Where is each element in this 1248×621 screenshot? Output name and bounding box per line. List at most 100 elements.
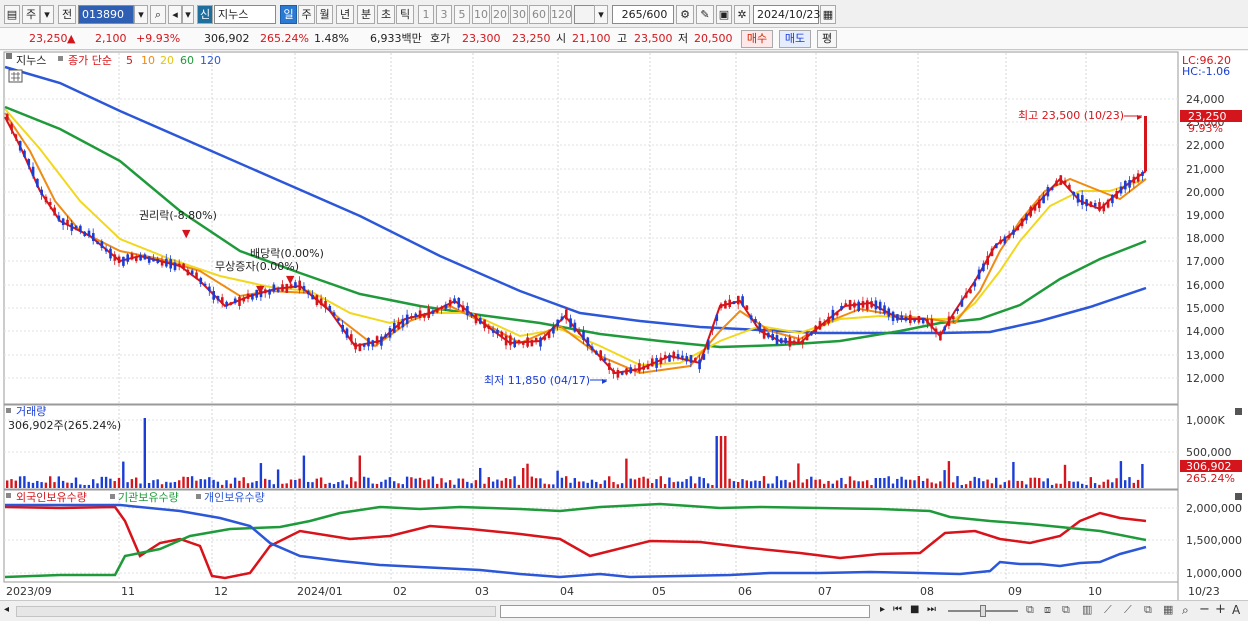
count-10[interactable]: 10	[472, 5, 490, 24]
volume-bar	[728, 478, 731, 488]
volume-bar	[427, 479, 430, 488]
trend-icon[interactable]: ⟋	[1124, 603, 1132, 617]
candle-body	[663, 355, 667, 360]
eval-button[interactable]: 평	[817, 30, 837, 48]
panel-menu-icon[interactable]	[6, 53, 12, 59]
candle-body	[835, 312, 839, 316]
candle-body	[792, 340, 796, 344]
stock-name-field[interactable]: 지누스	[214, 5, 276, 24]
volume-bar	[27, 481, 30, 488]
fast-forward-icon[interactable]: ⏭	[927, 604, 936, 615]
volume-bar	[1106, 479, 1110, 488]
volume-bar	[887, 476, 890, 488]
period-day[interactable]: 일	[280, 5, 297, 24]
chart-svg[interactable]: 권리락(-8.80%) ▼ 배당락(0.00%) 무상증자(0.00%) ▼ ▼…	[0, 51, 1248, 600]
volume-panel-close-icon[interactable]	[1235, 408, 1242, 415]
candle-body	[491, 330, 495, 333]
volume-menu-icon[interactable]	[6, 408, 11, 413]
volume-bar	[341, 480, 344, 488]
volume-bar	[448, 480, 452, 488]
volume-bar	[1085, 484, 1088, 488]
draw-tool-icon[interactable]: ✎	[696, 5, 714, 24]
compare-icon[interactable]: ⧉	[1062, 603, 1070, 617]
grid-icon[interactable]: ▦	[1163, 603, 1173, 616]
candle-body	[655, 358, 658, 368]
volume-bar	[289, 479, 293, 488]
market-select[interactable]: 주	[22, 5, 40, 24]
buy-button[interactable]: 매수	[741, 30, 773, 48]
zoom-slider-thumb[interactable]	[980, 605, 986, 617]
calendar-icon[interactable]: ▦	[820, 5, 836, 24]
zoom-search-icon[interactable]: ⌕	[1182, 603, 1189, 618]
bar-chart-icon[interactable]: ▥	[1082, 603, 1092, 616]
range-display[interactable]: 265/600	[612, 5, 674, 24]
scroll-left-icon[interactable]: ◂	[4, 604, 14, 618]
grid-toggle-icon[interactable]	[8, 69, 23, 83]
rewind-icon[interactable]: ⏮	[893, 604, 902, 615]
count-120[interactable]: 120	[550, 5, 572, 24]
speaker-icon[interactable]: ◂	[168, 5, 182, 24]
custom-period-dropdown-icon[interactable]: ▾	[594, 5, 608, 24]
volume-bar	[569, 482, 572, 488]
holdings-panel-close-icon[interactable]	[1235, 493, 1242, 500]
volume-bar	[487, 477, 490, 488]
period-tick[interactable]: 틱	[396, 5, 414, 24]
volume-bar	[461, 478, 465, 488]
date-input[interactable]: 2024/10/23	[753, 5, 820, 24]
candle-body	[504, 335, 508, 346]
scroll-thumb[interactable]	[500, 605, 870, 618]
indicator-icon[interactable]: ⚙	[676, 5, 694, 24]
split-icon[interactable]: ⧈	[1044, 603, 1051, 617]
code-dropdown-icon[interactable]: ▾	[134, 5, 148, 24]
overlay-icon[interactable]: ⧉	[1144, 603, 1152, 617]
sell-button[interactable]: 매도	[779, 30, 811, 48]
candle-body	[586, 337, 590, 347]
stop-icon[interactable]: ■	[910, 604, 919, 615]
count-1[interactable]: 1	[418, 5, 434, 24]
font-size-icon[interactable]: A	[1232, 603, 1240, 617]
volume-bar	[294, 479, 297, 488]
volume-bar	[681, 481, 684, 488]
candle-body	[152, 258, 155, 262]
market-dropdown-icon[interactable]: ▾	[40, 5, 54, 24]
low-annotation: 최저 11,850 (04/17)	[484, 374, 590, 387]
line-chart-icon[interactable]: ⟋	[1104, 603, 1112, 617]
count-5[interactable]: 5	[454, 5, 470, 24]
legend-foreign: 외국인보유수량	[16, 491, 87, 504]
speaker-dropdown-icon[interactable]: ▾	[182, 5, 194, 24]
period-second[interactable]: 초	[377, 5, 395, 24]
volume-bar	[440, 478, 443, 488]
stock-code-input[interactable]: 013890	[78, 5, 134, 24]
holdings-menu-icon[interactable]	[6, 493, 11, 498]
count-3[interactable]: 3	[436, 5, 452, 24]
count-60[interactable]: 60	[529, 5, 549, 24]
zoom-out-icon[interactable]: −	[1199, 602, 1210, 617]
candle-body	[350, 334, 353, 342]
legend-menu-icon[interactable]	[58, 56, 63, 61]
candle-body	[758, 323, 762, 332]
period-week[interactable]: 주	[298, 5, 315, 24]
volume-bar	[178, 480, 181, 488]
chart-type-icon[interactable]: ▤	[4, 5, 20, 24]
search-icon[interactable]: ⌕	[150, 5, 166, 24]
candle-body	[49, 202, 52, 206]
candle-body	[61, 218, 65, 226]
scroll-track[interactable]	[16, 606, 496, 617]
zoom-in-icon[interactable]: +	[1215, 602, 1226, 617]
period-minute[interactable]: 분	[357, 5, 375, 24]
count-20[interactable]: 20	[491, 5, 509, 24]
save-icon[interactable]: ▣	[716, 5, 732, 24]
scroll-right-icon[interactable]: ▸	[880, 604, 885, 615]
count-30[interactable]: 30	[510, 5, 528, 24]
period-year[interactable]: 년	[336, 5, 354, 24]
candle-body	[1012, 229, 1015, 235]
toolbar: ▤ 주 ▾ 전 013890 ▾ ⌕ ◂ ▾ 신 지누스 일 주 월 년 분 초…	[0, 0, 1248, 28]
type-select[interactable]: 전	[58, 5, 76, 24]
candle-body	[646, 364, 650, 370]
volume-bar	[315, 478, 318, 488]
settings-icon[interactable]: ✲	[734, 5, 750, 24]
period-month[interactable]: 월	[316, 5, 333, 24]
layout-icon[interactable]: ⧉	[1026, 603, 1034, 617]
volume-bar	[1093, 483, 1097, 488]
chart-area[interactable]: 권리락(-8.80%) ▼ 배당락(0.00%) 무상증자(0.00%) ▼ ▼…	[0, 51, 1248, 600]
